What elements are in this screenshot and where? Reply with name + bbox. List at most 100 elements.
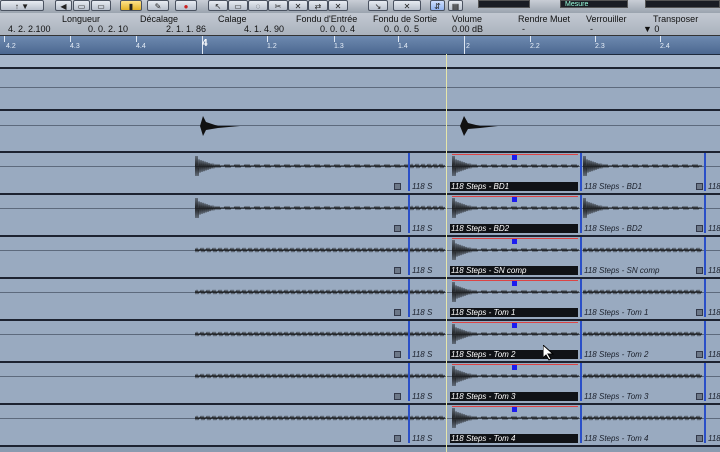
volume-handle[interactable] [512, 407, 517, 412]
clip-boundary[interactable] [408, 363, 410, 401]
object-select-button[interactable]: ▭ [73, 0, 90, 11]
waveform [195, 155, 410, 177]
value-offset[interactable]: 0. 0. 2. 10 [88, 24, 128, 34]
playhead-cursor[interactable] [446, 54, 447, 452]
track-lane-6[interactable]: 118 S 118 Steps - Tom 2 118 Steps - Tom 2 1… [0, 321, 720, 363]
cursor-tool-button[interactable]: ↖ [208, 0, 228, 11]
clip-boundary[interactable] [704, 279, 706, 317]
time-warp-button[interactable]: ⇄ [308, 0, 328, 11]
grid-toggle-button[interactable]: ▦ [448, 0, 463, 11]
value-volume[interactable]: 0.00 dB [452, 24, 483, 34]
clip-lock-icon[interactable] [394, 183, 401, 190]
mode-display[interactable]: Mesure [560, 0, 628, 8]
value-lock[interactable]: - [590, 24, 593, 34]
clip-lock-icon[interactable] [696, 351, 703, 358]
track-lane-5[interactable]: 118 S 118 Steps - Tom 1 118 Steps - Tom 1 1… [0, 279, 720, 321]
grid-type-select[interactable] [478, 0, 530, 8]
value-fade-in[interactable]: 4. 1. 4. 90 [244, 24, 284, 34]
clip-boundary[interactable] [580, 237, 582, 275]
clip-lock-icon[interactable] [394, 267, 401, 274]
mute-tool-button[interactable]: ✕ [288, 0, 308, 11]
volume-handle[interactable] [512, 323, 517, 328]
clip-lock-icon[interactable] [394, 351, 401, 358]
track-lane-0[interactable] [0, 55, 720, 69]
clip-lock-icon[interactable] [696, 267, 703, 274]
clip-boundary[interactable] [580, 279, 582, 317]
clip-boundary[interactable] [408, 153, 410, 191]
clip-boundary[interactable] [704, 405, 706, 443]
waveform [410, 331, 446, 337]
clip-lock-icon[interactable] [394, 225, 401, 232]
grid-mode-button[interactable]: ✕ [393, 0, 421, 11]
clip-label: 118 Steps - BD2 [450, 224, 578, 233]
value-fade-out[interactable]: 0. 0. 0. 4 [320, 24, 355, 34]
value-length[interactable]: 4. 2. 2.100 [8, 24, 51, 34]
timeline-ruler[interactable]: 4.2 4.3 4.4 4 1.2 1.3 1.4 2 2.2 2.3 2.4 [0, 36, 720, 55]
back-button[interactable]: ◀ [55, 0, 72, 11]
volume-handle[interactable] [512, 239, 517, 244]
clip-boundary[interactable] [408, 405, 410, 443]
clip-label: 118 Steps - Tom 4 [450, 434, 578, 443]
clip-label: 118 S [412, 392, 433, 401]
waveform [195, 373, 410, 379]
waveform [460, 116, 498, 136]
track-lane-4[interactable]: 118 S 118 Steps - SN comp 118 Steps - SN c… [0, 237, 720, 279]
quantize-select[interactable] [645, 0, 720, 8]
clip-boundary[interactable] [580, 363, 582, 401]
erase-tool-button[interactable]: ✕ [328, 0, 348, 11]
scrub-button[interactable]: ▭ [228, 0, 248, 11]
clip-boundary[interactable] [580, 321, 582, 359]
zoom-tool-button[interactable]: ◌ [248, 0, 268, 11]
header-fade-out: Fondu de Sortie [373, 14, 438, 24]
volume-handle[interactable] [512, 197, 517, 202]
clip-boundary[interactable] [704, 237, 706, 275]
clip-boundary[interactable] [408, 321, 410, 359]
clip-boundary[interactable] [408, 237, 410, 275]
clip-boundary[interactable] [704, 195, 706, 233]
clip-boundary[interactable] [704, 153, 706, 191]
split-tool-button[interactable]: ✂ [268, 0, 288, 11]
clip-boundary[interactable] [580, 153, 582, 191]
track-lane-7[interactable]: 118 S 118 Steps - Tom 3 118 Steps - Tom 3 1… [0, 363, 720, 405]
clip-boundary[interactable] [580, 195, 582, 233]
clip-label: 118 [708, 308, 720, 317]
value-transpose[interactable]: ▼ 0 [643, 24, 659, 34]
waveform [583, 289, 703, 295]
clip-boundary[interactable] [408, 195, 410, 233]
ruler-label: 1.2 [267, 43, 277, 50]
draw-tool-button[interactable]: ✎ [147, 0, 169, 11]
track-lane-2[interactable]: 118 S 118 Steps - BD1 118 Steps - BD1 118 [0, 153, 720, 195]
clip-label: 118 Steps - Tom 3 [584, 392, 649, 401]
clip-boundary[interactable] [704, 363, 706, 401]
volume-handle[interactable] [512, 281, 517, 286]
clip-lock-icon[interactable] [696, 435, 703, 442]
snap-toggle-button[interactable]: ⇵ [430, 0, 445, 11]
clip-lock-icon[interactable] [696, 183, 703, 190]
range-button[interactable]: ▭ [91, 0, 111, 11]
mode-dropdown[interactable]: ↑ ▼ [0, 0, 44, 11]
value-fade-out-2[interactable]: 0. 0. 0. 5 [384, 24, 419, 34]
clip-boundary[interactable] [408, 279, 410, 317]
clip-boundary[interactable] [580, 405, 582, 443]
snap-mode-button[interactable]: ↘ [368, 0, 388, 11]
clip-boundary[interactable] [704, 321, 706, 359]
track-lane-2[interactable] [0, 111, 720, 153]
clip-lock-icon[interactable] [696, 225, 703, 232]
value-snap[interactable]: 2. 1. 1. 86 [166, 24, 206, 34]
clip-label: 118 S [412, 308, 433, 317]
clip-lock-icon[interactable] [696, 393, 703, 400]
track-lane-1[interactable] [0, 69, 720, 111]
volume-handle[interactable] [512, 365, 517, 370]
waveform [195, 289, 410, 295]
record-button[interactable]: ● [175, 0, 197, 11]
clip-lock-icon[interactable] [394, 393, 401, 400]
value-mute[interactable]: - [522, 24, 525, 34]
ruler-label: 4.2 [6, 43, 16, 50]
track-lane-3[interactable]: 118 S 118 Steps - BD2 118 Steps - BD2 118 [0, 195, 720, 237]
clip-lock-icon[interactable] [696, 309, 703, 316]
glue-tool-button[interactable]: ▮ [120, 0, 142, 11]
track-lane-8[interactable]: 118 S 118 Steps - Tom 4 118 Steps - Tom 4 1… [0, 405, 720, 447]
clip-lock-icon[interactable] [394, 309, 401, 316]
volume-handle[interactable] [512, 155, 517, 160]
clip-lock-icon[interactable] [394, 435, 401, 442]
